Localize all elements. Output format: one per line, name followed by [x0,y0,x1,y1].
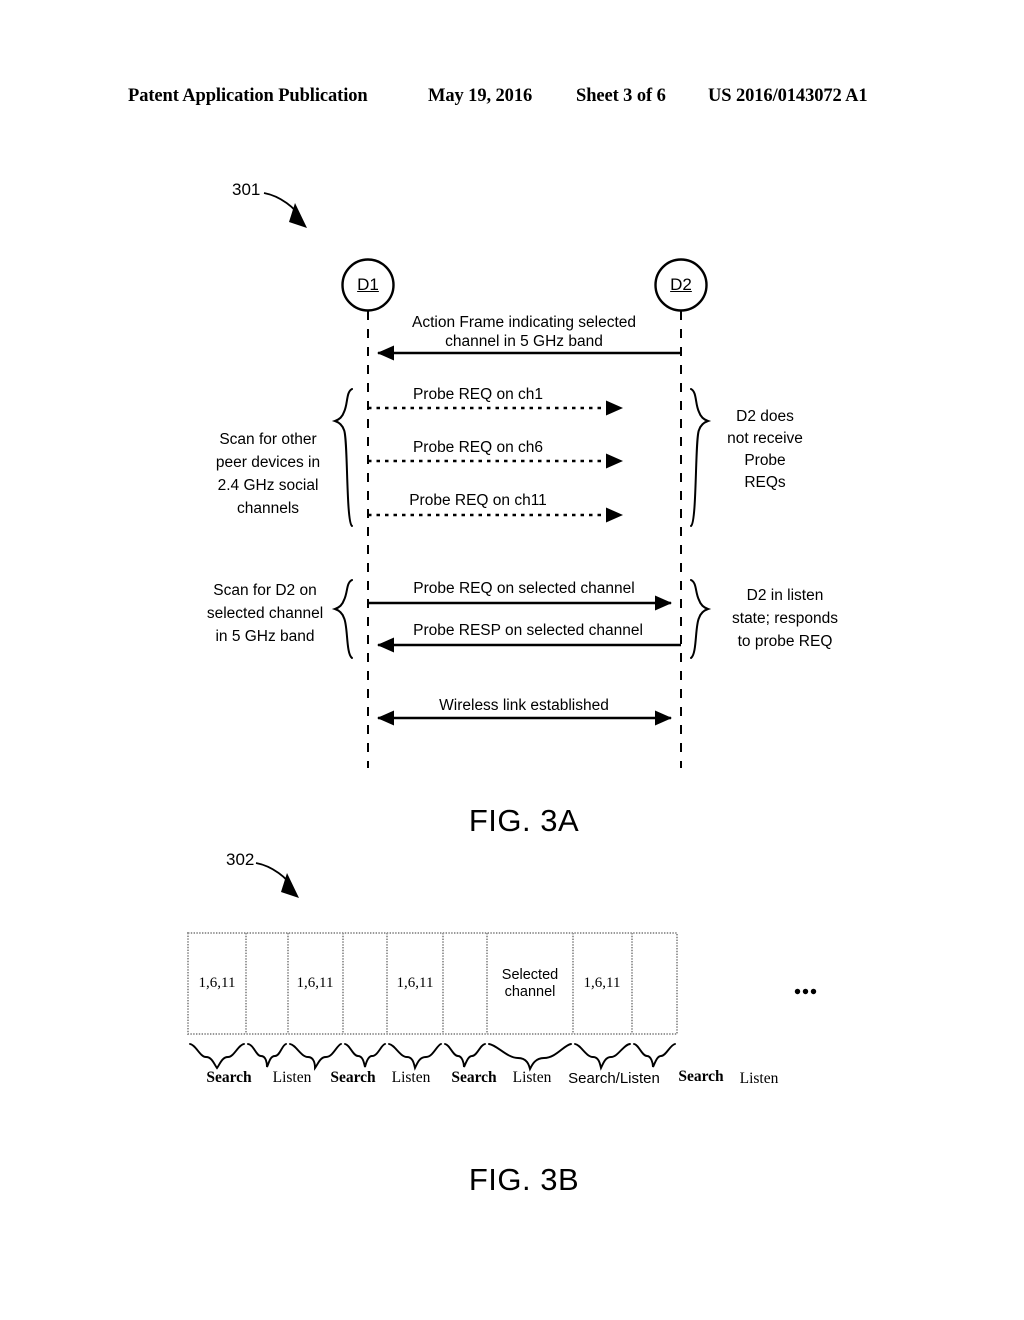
header-date-text: May 19, 2016 [428,86,533,106]
msg-label-action-frame-line1: Action Frame indicating selected [411,314,637,331]
annotation-scan-5-line1: Scan for D2 on [213,582,317,599]
phase-label-0: Search [206,1069,252,1086]
brace-right-no-receive [690,388,712,527]
brace-left-scan-5 [331,579,353,659]
brace-right-listen [690,579,712,659]
node-label-d2: D2 [670,275,692,294]
page-header: Patent Application Publication May 19, 2… [0,86,1024,114]
header-sheet-text: Sheet 3 of 6 [576,86,666,106]
annotation-scan-24-line4: channels [236,500,300,517]
annotation-no-receive-line1: D2 does [736,408,794,425]
msg-label-probe-req-ch11: Probe REQ on ch11 [409,492,547,509]
msg-label-action-frame-line2: channel in 5 GHz band [445,333,603,350]
msg-label-probe-resp-selected: Probe RESP on selected channel [413,622,643,639]
annotation-scan-24-line2: peer devices in [215,454,321,471]
msg-label-probe-req-ch6: Probe REQ on ch6 [412,439,544,456]
msg-label-probe-req-ch1: Probe REQ on ch1 [412,386,544,403]
figure-caption-3b: FIG. 3B [468,1162,580,1197]
annotation-listen-line2: state; responds [732,610,838,627]
ref-301-leader [263,192,307,228]
msg-label-wireless-link: Wireless link established [439,697,609,714]
annotation-scan-24-line3: 2.4 GHz social [217,477,319,494]
header-patent-number: US 2016/0143072 A1 [708,86,868,106]
timeline-cell-7-label: 1,6,11 [583,975,621,991]
annotation-no-receive-line3: Probe [744,452,786,469]
ref-302-leader [255,862,299,898]
annotation-scan-5-line3: in 5 GHz band [215,628,315,645]
annotation-no-receive-line2: not receive [727,430,803,447]
ref-numeral-302: 302 [226,850,255,869]
phase-label-3: Listen [391,1069,431,1086]
phase-label-4: Search [451,1069,497,1086]
figure-linework [187,192,712,1072]
timeline-cell-4-label: 1,6,11 [396,975,434,991]
phase-label-7: Search [678,1068,724,1085]
annotation-scan-5-line2: selected channel [206,605,324,622]
phase-label-5: Listen [512,1069,552,1086]
node-label-d1: D1 [357,275,379,294]
timeline-cell-6-label: Selected channel [501,967,559,1000]
phase-label-2: Search [330,1069,376,1086]
ref-numeral-301: 301 [232,180,261,199]
phase-label-8: Listen [739,1070,779,1087]
phase-label-6: Search/Listen [568,1070,660,1087]
annotation-listen-line1: D2 in listen [746,587,824,604]
figure-caption-3a: FIG. 3A [468,803,580,838]
timeline-ellipsis: ••• [793,981,819,1004]
timeline-cell-0-label: 1,6,11 [198,975,236,991]
annotation-listen-line3: to probe REQ [737,633,833,650]
brace-left-scan-24 [331,388,353,527]
annotation-scan-24-line1: Scan for other [219,431,317,448]
header-publication-text: Patent Application Publication [128,86,368,106]
timeline-cell-2-label: 1,6,11 [296,975,334,991]
timeline-underbraces [189,1043,676,1072]
phase-label-1: Listen [272,1069,312,1086]
msg-label-probe-req-selected: Probe REQ on selected channel [413,580,635,597]
annotation-no-receive-line4: REQs [744,474,786,491]
